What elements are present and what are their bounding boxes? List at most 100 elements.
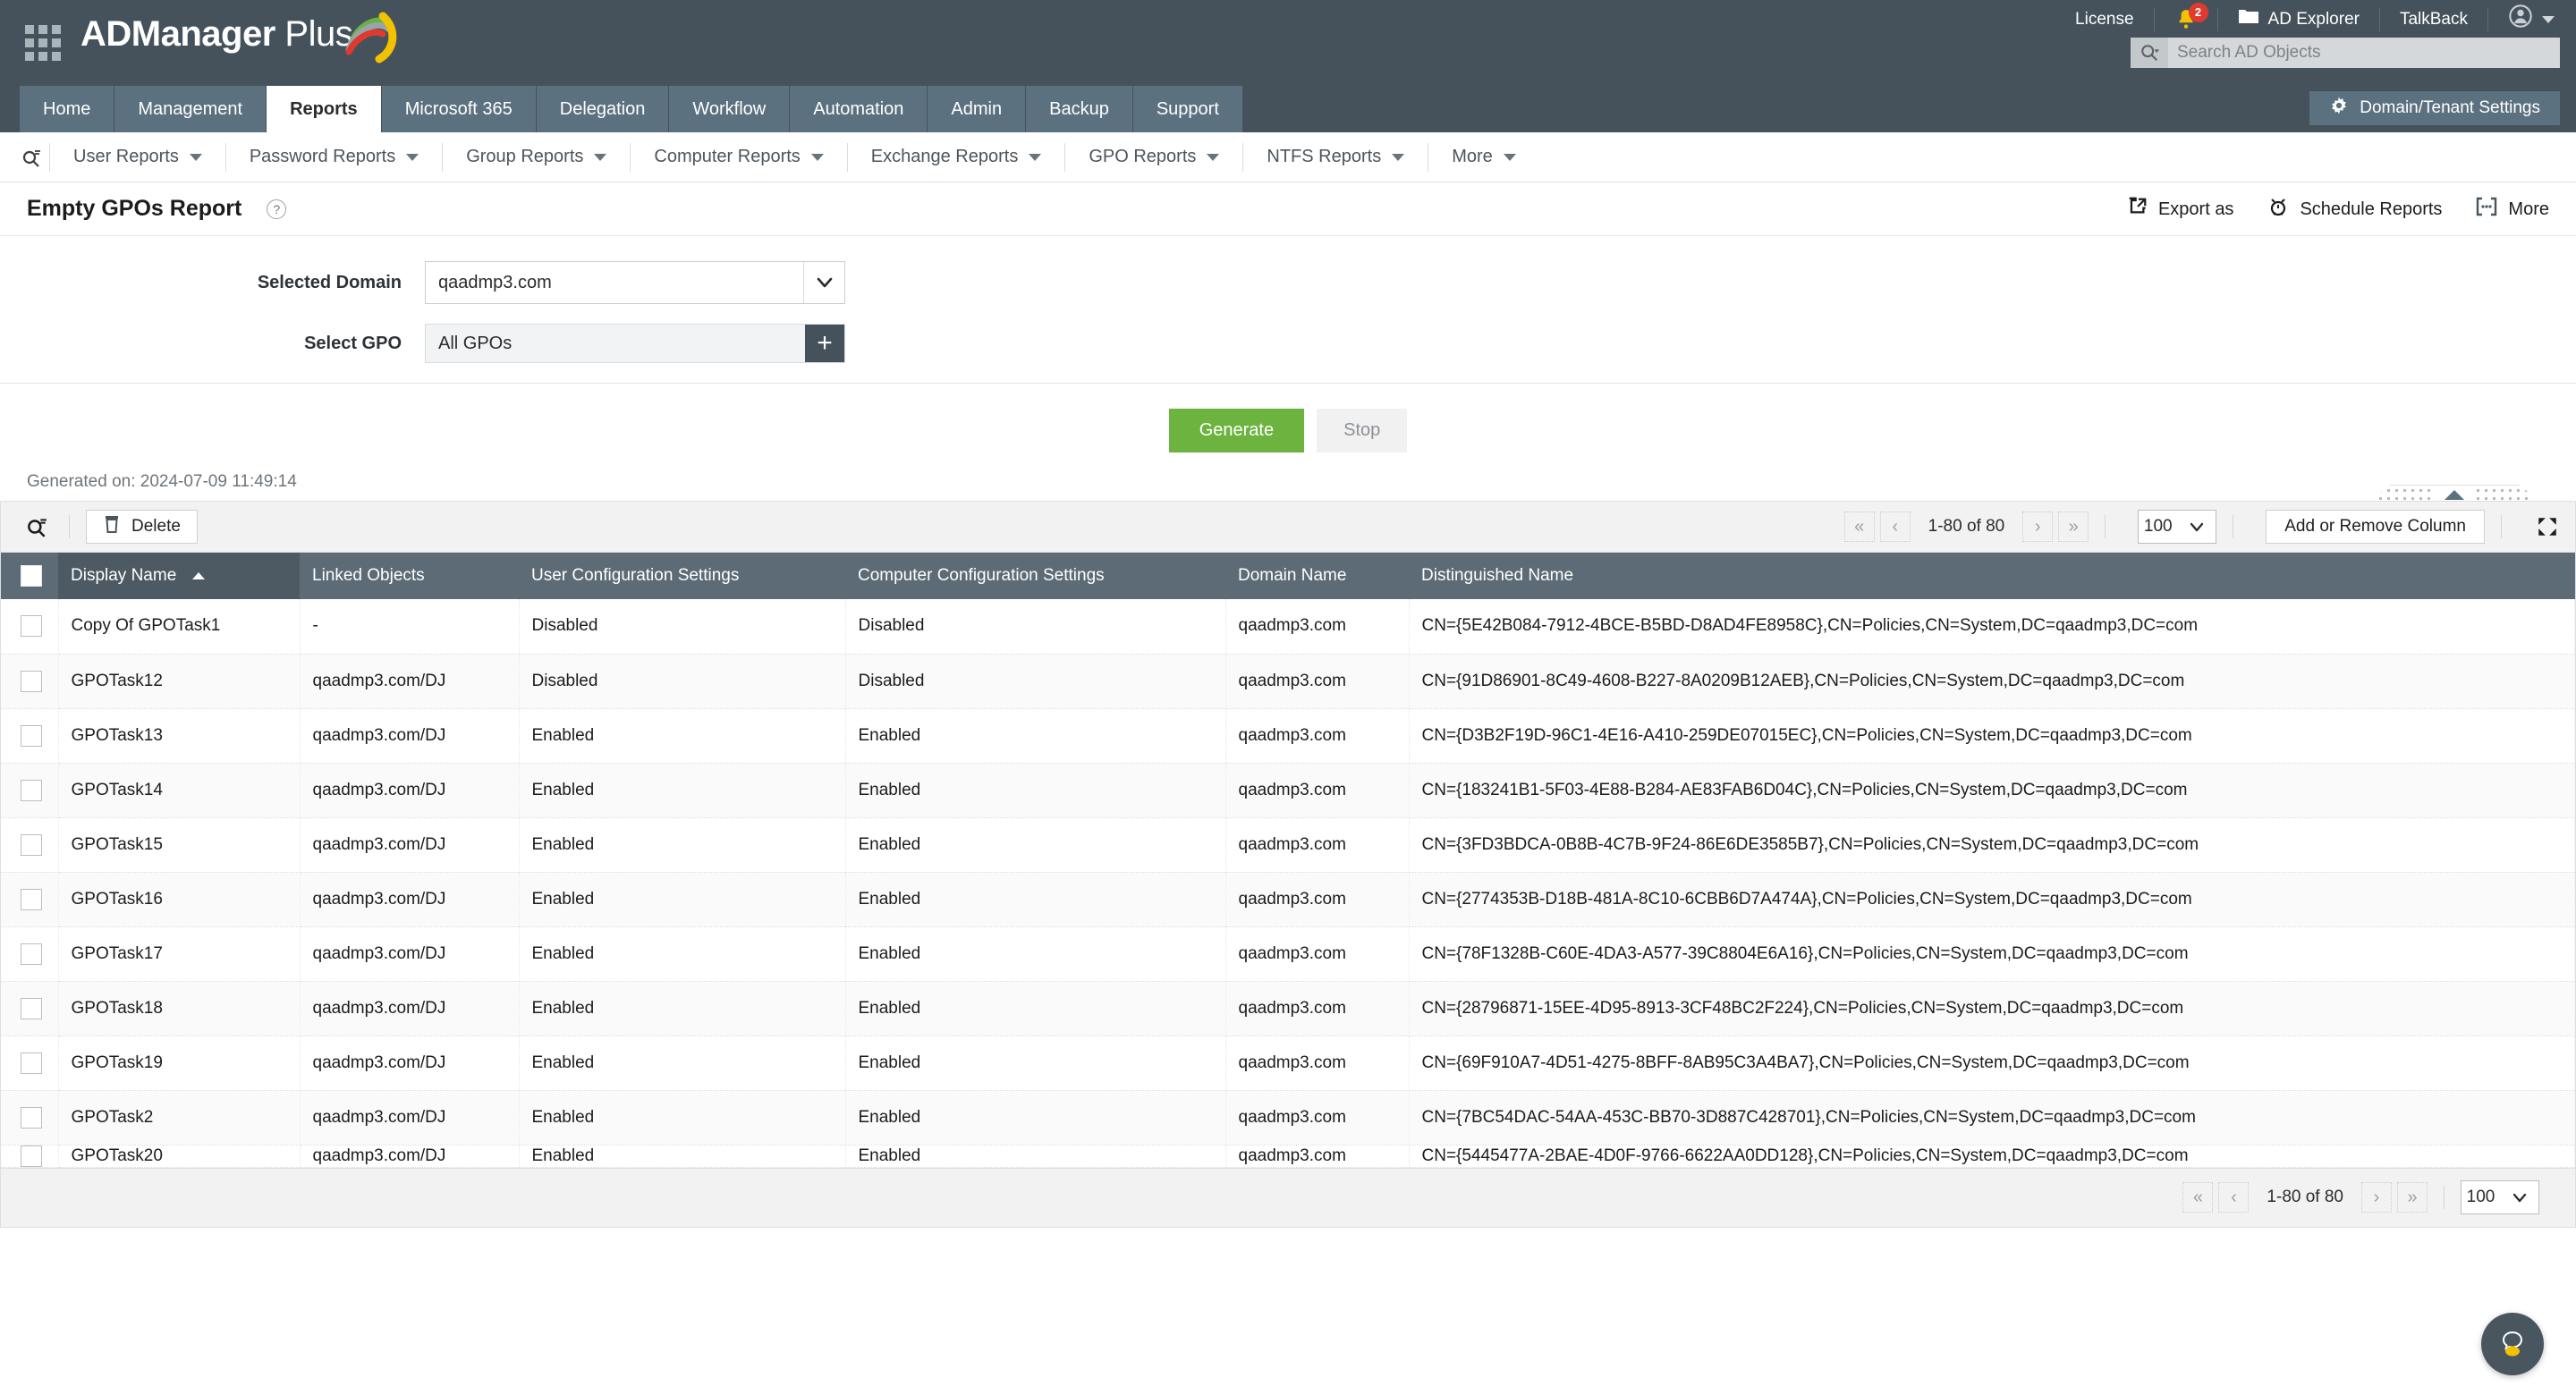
main-tab-backup[interactable]: Backup xyxy=(1026,86,1133,132)
subnav-item-ntfs-reports[interactable]: NTFS Reports xyxy=(1243,143,1428,172)
pager-last-button[interactable]: » xyxy=(2058,512,2089,542)
cell-linked-objects: qaadmp3.com/DJ xyxy=(300,1145,519,1167)
table-row[interactable]: GPOTask16qaadmp3.com/DJEnabledEnabledqaa… xyxy=(1,872,2575,926)
row-checkbox[interactable] xyxy=(21,1107,42,1129)
pager-next-button[interactable]: › xyxy=(2022,512,2053,542)
schedule-reports-button[interactable]: Schedule Reports xyxy=(2267,196,2442,223)
main-tab-microsoft-365[interactable]: Microsoft 365 xyxy=(382,86,537,132)
column-header-domain-name[interactable]: Domain Name xyxy=(1225,553,1409,599)
table-row[interactable]: Copy Of GPOTask1-DisabledDisabledqaadmp3… xyxy=(1,599,2575,654)
subnav-item-label: User Reports xyxy=(73,147,179,167)
cell-distinguished-name: CN={78F1328B-C60E-4DA3-A577-39C8804E6A16… xyxy=(1409,926,2575,981)
footer-page-size-select[interactable]: 100 xyxy=(2461,1180,2539,1214)
table-row[interactable]: GPOTask13qaadmp3.com/DJEnabledEnabledqaa… xyxy=(1,708,2575,763)
cell-user-config: Enabled xyxy=(519,1036,845,1090)
row-checkbox[interactable] xyxy=(21,998,42,1019)
row-checkbox[interactable] xyxy=(21,615,42,637)
main-tab-support[interactable]: Support xyxy=(1133,86,1243,132)
table-row[interactable]: GPOTask2qaadmp3.com/DJEnabledEnabledqaad… xyxy=(1,1090,2575,1145)
table-row[interactable]: GPOTask14qaadmp3.com/DJEnabledEnabledqaa… xyxy=(1,763,2575,817)
export-as-button[interactable]: Export as xyxy=(2128,197,2233,222)
main-tab-admin[interactable]: Admin xyxy=(928,86,1026,132)
table-row[interactable]: GPOTask12qaadmp3.com/DJDisabledDisabledq… xyxy=(1,654,2575,708)
table-row[interactable]: GPOTask18qaadmp3.com/DJEnabledEnabledqaa… xyxy=(1,981,2575,1036)
subnav-item-password-reports[interactable]: Password Reports xyxy=(226,143,443,172)
license-link[interactable]: License xyxy=(2055,8,2155,31)
footer-pager-first-button[interactable]: « xyxy=(2182,1182,2213,1213)
cell-computer-config: Enabled xyxy=(845,763,1225,817)
apps-grid-icon[interactable] xyxy=(25,25,61,61)
cell-user-config: Enabled xyxy=(519,1090,845,1145)
top-right-actions: License 2 AD Explorer TalkBack xyxy=(2055,0,2576,39)
delete-button[interactable]: Delete xyxy=(86,510,198,544)
column-header-user-configuration-settings[interactable]: User Configuration Settings xyxy=(519,553,845,599)
table-row[interactable]: GPOTask20qaadmp3.com/DJEnabledEnabledqaa… xyxy=(1,1145,2575,1167)
row-checkbox[interactable] xyxy=(21,1146,42,1167)
main-tab-management[interactable]: Management xyxy=(114,86,267,132)
table-body: Copy Of GPOTask1-DisabledDisabledqaadmp3… xyxy=(1,599,2575,1167)
select-gpo-value[interactable]: All GPOs xyxy=(426,325,805,362)
talkback-link[interactable]: TalkBack xyxy=(2380,8,2488,31)
column-header-label: User Configuration Settings xyxy=(531,566,739,586)
search-input[interactable] xyxy=(2168,43,2560,63)
main-tab-reports[interactable]: Reports xyxy=(267,86,382,132)
row-checkbox[interactable] xyxy=(21,943,42,965)
column-header-display-name[interactable]: Display Name xyxy=(58,553,300,599)
column-header-distinguished-name[interactable]: Distinguished Name xyxy=(1409,553,2575,599)
chevron-down-icon xyxy=(1207,154,1219,161)
chevron-down-icon xyxy=(406,154,419,161)
row-select-cell xyxy=(1,763,58,817)
chevron-down-icon xyxy=(811,154,824,161)
selected-domain-dropdown[interactable]: qaadmp3.com xyxy=(425,261,845,304)
notifications-button[interactable]: 2 xyxy=(2155,8,2218,31)
fullscreen-expand-icon[interactable] xyxy=(2536,515,2559,538)
subnav-item-group-reports[interactable]: Group Reports xyxy=(443,143,631,172)
subnav-item-more[interactable]: More xyxy=(1428,143,1539,172)
main-tab-delegation[interactable]: Delegation xyxy=(537,86,670,132)
table-row[interactable]: GPOTask15qaadmp3.com/DJEnabledEnabledqaa… xyxy=(1,817,2575,872)
help-icon[interactable]: ? xyxy=(267,199,286,219)
row-checkbox[interactable] xyxy=(21,834,42,856)
pager-first-button[interactable]: « xyxy=(1844,512,1875,542)
main-tab-automation[interactable]: Automation xyxy=(790,86,928,132)
search-icon[interactable] xyxy=(2131,38,2168,68)
ad-explorer-link[interactable]: AD Explorer xyxy=(2218,8,2380,31)
subnav-item-exchange-reports[interactable]: Exchange Reports xyxy=(848,143,1066,172)
subnav-item-computer-reports[interactable]: Computer Reports xyxy=(631,143,847,172)
main-tab-workflow[interactable]: Workflow xyxy=(669,86,790,132)
user-account-menu[interactable] xyxy=(2488,8,2560,31)
column-header-linked-objects[interactable]: Linked Objects xyxy=(300,553,519,599)
domain-tenant-settings-button[interactable]: Domain/Tenant Settings xyxy=(2309,91,2560,125)
subnav-item-label: NTFS Reports xyxy=(1267,147,1381,167)
select-all-checkbox[interactable] xyxy=(21,565,42,587)
row-checkbox[interactable] xyxy=(21,780,42,801)
bottom-pager: « ‹ 1-80 of 80 › » xyxy=(2182,1182,2428,1213)
support-chat-button[interactable] xyxy=(2481,1313,2544,1375)
pager-prev-button[interactable]: ‹ xyxy=(1880,512,1911,542)
column-header-computer-configuration-settings[interactable]: Computer Configuration Settings xyxy=(845,553,1225,599)
footer-pager-next-button[interactable]: › xyxy=(2361,1182,2392,1213)
search-filter-icon[interactable] xyxy=(21,513,53,540)
add-gpo-button[interactable]: + xyxy=(805,325,844,362)
row-checkbox[interactable] xyxy=(21,1053,42,1074)
generate-button[interactable]: Generate xyxy=(1169,409,1304,452)
table-row[interactable]: GPOTask19qaadmp3.com/DJEnabledEnabledqaa… xyxy=(1,1036,2575,1090)
global-search[interactable] xyxy=(2131,38,2560,68)
row-checkbox[interactable] xyxy=(21,671,42,692)
row-checkbox[interactable] xyxy=(21,889,42,910)
more-button[interactable]: More xyxy=(2476,197,2549,222)
page-size-select[interactable]: 100 xyxy=(2138,510,2216,544)
add-or-remove-column-button[interactable]: Add or Remove Column xyxy=(2266,510,2485,544)
row-checkbox[interactable] xyxy=(21,725,42,747)
table-row[interactable]: GPOTask17qaadmp3.com/DJEnabledEnabledqaa… xyxy=(1,926,2575,981)
grid-footer: « ‹ 1-80 of 80 › » 100 xyxy=(0,1169,2576,1228)
footer-pager-prev-button[interactable]: ‹ xyxy=(2218,1182,2249,1213)
stop-button[interactable]: Stop xyxy=(1317,409,1407,452)
subnav-item-gpo-reports[interactable]: GPO Reports xyxy=(1065,143,1243,172)
cell-display-name: GPOTask13 xyxy=(58,708,300,763)
search-filter-icon[interactable] xyxy=(13,143,50,172)
footer-pager-last-button[interactable]: » xyxy=(2397,1182,2428,1213)
generated-on-text: Generated on: 2024-07-09 11:49:14 xyxy=(27,472,2576,492)
main-tab-home[interactable]: Home xyxy=(20,86,114,132)
subnav-item-user-reports[interactable]: User Reports xyxy=(50,143,226,172)
